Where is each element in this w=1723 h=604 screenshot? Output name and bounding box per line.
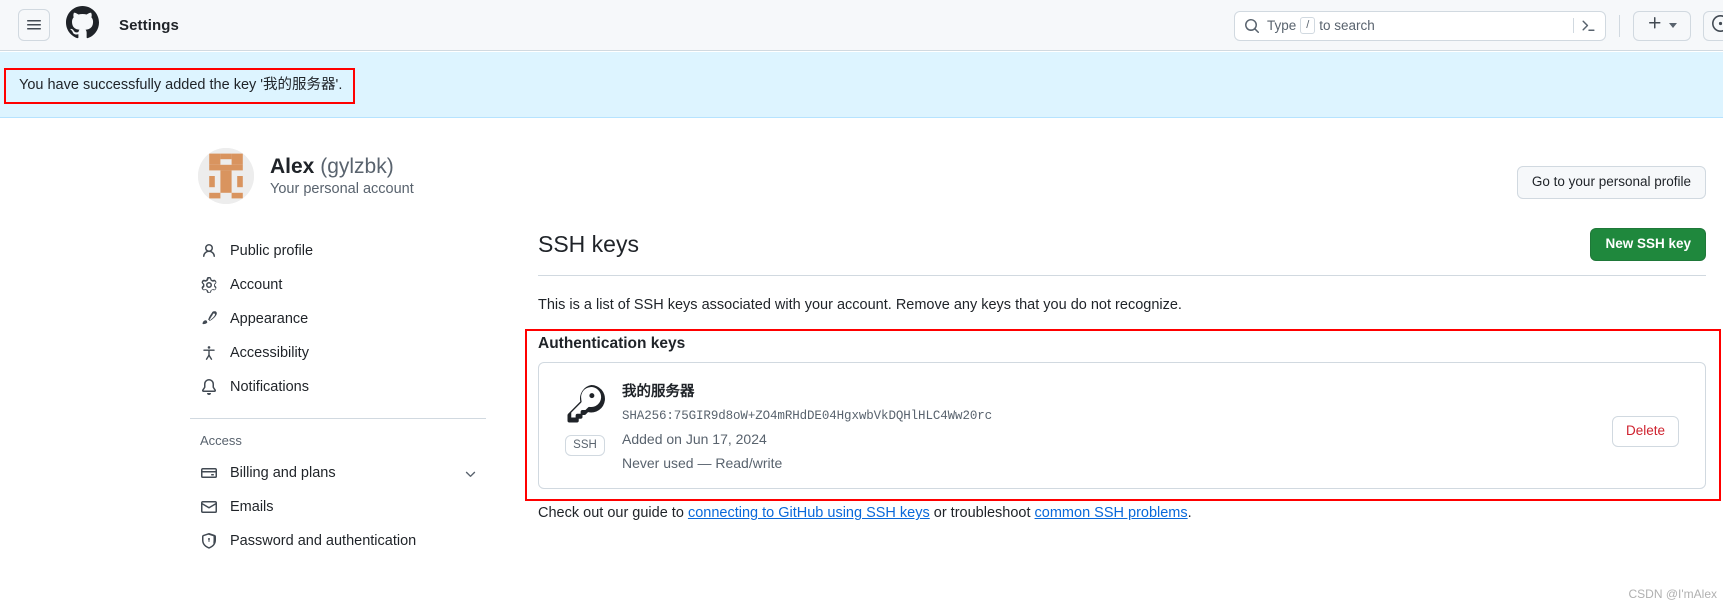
terminal-icon[interactable] (1580, 17, 1597, 34)
footer-middle: or troubleshoot (929, 505, 1035, 522)
footer-prefix: Check out our guide to (538, 505, 688, 522)
header-divider (1619, 14, 1620, 37)
common-ssh-problems-link[interactable]: common SSH problems (1035, 505, 1188, 521)
delete-key-button[interactable]: Delete (1611, 415, 1679, 447)
authentication-keys-title: Authentication keys (538, 334, 686, 352)
sidebar-divider (190, 418, 486, 419)
account-handle: (gylzbk) (320, 154, 394, 178)
watermark: CSDN @I'mAlex (1628, 587, 1717, 601)
ssh-key-added-date: Added on Jun 17, 2024 (622, 431, 767, 448)
ssh-key-details: 我的服务器 SHA256:75GIR9d8oW+ZO4mRHdDE04Hgxwb… (613, 380, 1612, 471)
ssh-keys-footer: Check out our guide to connecting to Git… (538, 505, 1706, 521)
authentication-keys-section: Authentication keys SSH 我的服务器 SHA256:75G… (538, 334, 1706, 490)
ssh-key-row: SSH 我的服务器 SHA256:75GIR9d8oW+ZO4mRHdDE04H… (538, 361, 1706, 490)
ssh-key-name: 我的服务器 (622, 383, 695, 400)
issues-button[interactable] (1703, 10, 1723, 41)
global-header: Settings Type / to search (0, 0, 1723, 51)
create-new-button[interactable] (1633, 10, 1691, 41)
personal-profile-button-wrap: Go to your personal profile (1516, 166, 1706, 199)
flash-success-banner: You have successfully added the key '我的服… (0, 52, 1723, 118)
search-icon (1244, 18, 1260, 34)
shield-lock-icon (200, 533, 218, 549)
ssh-keys-description: This is a list of SSH keys associated wi… (538, 296, 1182, 313)
account-name: Alex (270, 154, 315, 178)
issue-opened-icon (1711, 14, 1723, 37)
ssh-key-fingerprint: SHA256:75GIR9d8oW+ZO4mRHdDE04HgxwbVkDQHl… (622, 409, 993, 424)
search-placeholder-text: Type / to search (1267, 17, 1573, 34)
flash-annotation-box: You have successfully added the key '我的服… (4, 68, 356, 105)
avatar[interactable] (198, 148, 254, 204)
sidebar-item-public-profile[interactable]: Public profile (190, 234, 500, 268)
search-slash-key: / (1300, 17, 1316, 34)
flash-message: You have successfully added the key '我的服… (19, 77, 343, 93)
hamburger-icon (26, 17, 42, 33)
sidebar-item-accessibility[interactable]: Accessibility (190, 336, 500, 370)
ssh-keys-title: SSH keys (538, 230, 639, 257)
search-placeholder-suffix: to search (1319, 18, 1375, 33)
accessibility-icon (200, 345, 218, 361)
page-title[interactable]: Settings (119, 17, 179, 34)
credit-card-icon (200, 465, 218, 481)
sidebar-nav: Public profile Account Appearance Access… (190, 234, 500, 558)
sidebar-item-label: Account (230, 277, 283, 293)
sidebar-item-label: Billing and plans (230, 465, 336, 481)
gear-icon (200, 277, 218, 293)
account-identity: Alex (gylzbk) Your personal account (270, 155, 414, 197)
sidebar-item-billing-and-plans[interactable]: Billing and plans (190, 456, 500, 490)
main-content: SSH keys New SSH key This is a list of S… (538, 228, 1706, 521)
sidebar-item-label: Emails (230, 499, 274, 515)
settings-sidebar: Alex (gylzbk) Your personal account Publ… (190, 148, 500, 558)
ssh-key-icon-column: SSH (557, 380, 613, 456)
ssh-key-usage: Never used — Read/write (622, 455, 783, 472)
account-header: Alex (gylzbk) Your personal account (190, 148, 500, 204)
hamburger-menu-button[interactable] (18, 9, 50, 41)
ssh-badge: SSH (565, 434, 605, 456)
sidebar-item-label: Accessibility (230, 345, 309, 361)
account-name-line: Alex (gylzbk) (270, 155, 414, 179)
ssh-key-actions: Delete (1611, 380, 1689, 447)
github-mark-icon (66, 6, 99, 44)
account-subtitle: Your personal account (270, 181, 414, 198)
chevron-down-icon (1669, 23, 1677, 28)
search-placeholder-prefix: Type (1267, 18, 1297, 33)
bell-icon (200, 379, 218, 395)
person-icon (200, 243, 218, 259)
chevron-down-icon[interactable] (463, 466, 478, 481)
sidebar-item-notifications[interactable]: Notifications (190, 370, 500, 404)
go-to-personal-profile-button[interactable]: Go to your personal profile (1516, 166, 1706, 199)
sidebar-item-appearance[interactable]: Appearance (190, 302, 500, 336)
github-logo-link[interactable] (66, 6, 99, 44)
paintbrush-icon (200, 311, 218, 327)
new-ssh-key-button[interactable]: New SSH key (1590, 228, 1706, 261)
key-icon (565, 384, 605, 430)
footer-suffix: . (1187, 505, 1192, 522)
search-input[interactable]: Type / to search (1234, 10, 1606, 41)
connecting-to-github-link[interactable]: connecting to GitHub using SSH keys (688, 505, 930, 521)
plus-icon (1647, 15, 1663, 36)
ssh-keys-header: SSH keys New SSH key (538, 228, 1706, 276)
sidebar-section-access: Access (200, 433, 242, 448)
sidebar-item-label: Password and authentication (230, 533, 417, 549)
sidebar-item-label: Notifications (230, 379, 309, 395)
header-right-cluster: Type / to search (1234, 0, 1723, 51)
sidebar-item-emails[interactable]: Emails (190, 490, 500, 524)
mail-icon (200, 499, 218, 515)
sidebar-item-label: Appearance (230, 311, 309, 327)
sidebar-item-password-and-authentication[interactable]: Password and authentication (190, 524, 500, 558)
sidebar-item-account[interactable]: Account (190, 268, 500, 302)
search-divider (1573, 18, 1574, 33)
sidebar-item-label: Public profile (230, 243, 314, 259)
page-root: Settings Type / to search You have succe… (0, 0, 1723, 604)
